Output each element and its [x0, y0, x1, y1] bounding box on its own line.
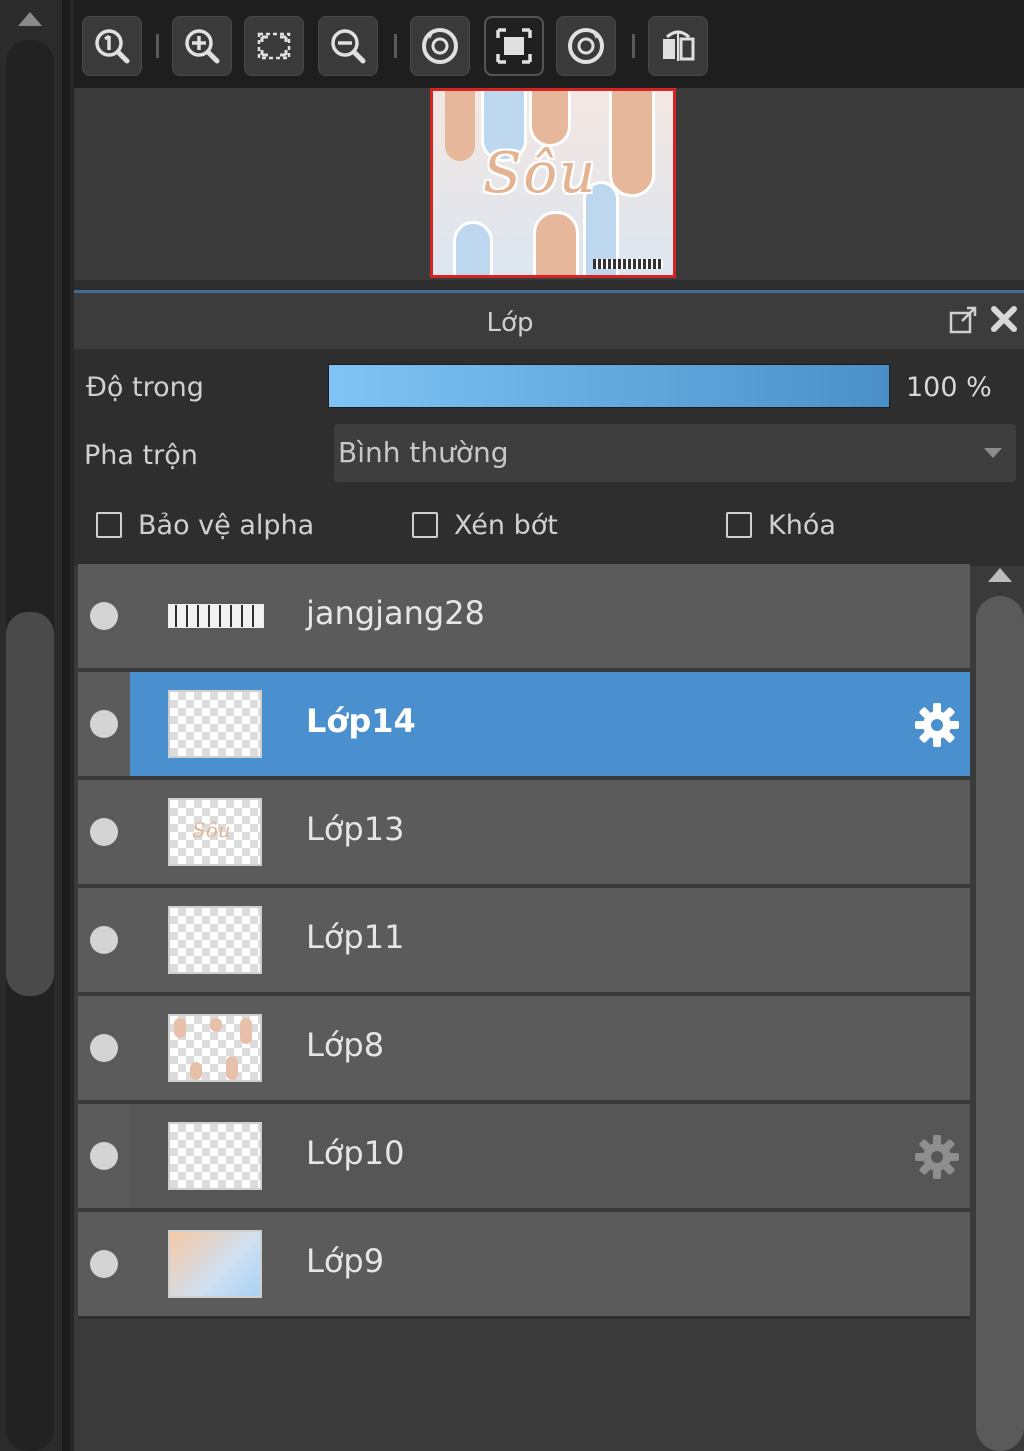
layer-thumbnail: [168, 1014, 262, 1082]
flip-horizontal-button[interactable]: [648, 16, 708, 76]
clipping-checkbox[interactable]: [412, 512, 438, 538]
visibility-toggle[interactable]: [90, 1250, 118, 1278]
visibility-toggle[interactable]: [90, 1034, 118, 1062]
gear-icon[interactable]: [912, 700, 962, 750]
layer-panel-header: Lớp: [74, 293, 1024, 349]
layer-name: Lớp10: [306, 1134, 405, 1172]
preview-watermark: [593, 259, 663, 269]
layer-row[interactable]: jangjang28: [78, 564, 970, 668]
layer-name: Lớp9: [306, 1242, 385, 1280]
scroll-up-arrow-icon[interactable]: [988, 568, 1012, 582]
layer-thumbnail: Sôu: [168, 798, 262, 866]
blend-mode-label: Pha trộn: [84, 440, 198, 471]
visibility-toggle[interactable]: [90, 926, 118, 954]
layer-name: jangjang28: [306, 594, 485, 632]
layer-thumbnail: [168, 1122, 262, 1190]
flip-icon: [663, 30, 695, 61]
visibility-toggle[interactable]: [90, 1142, 118, 1170]
visibility-toggle[interactable]: [90, 602, 118, 630]
preview-shape: [453, 221, 493, 275]
preview-shape: [445, 91, 475, 161]
layer-thumbnail: [168, 1230, 262, 1298]
thumbnail-art: [174, 1018, 186, 1038]
scroll-up-arrow-icon[interactable]: [18, 12, 42, 26]
preview-title-text: Sôu: [483, 141, 598, 206]
layer-list-scroll-thumb[interactable]: [976, 596, 1024, 1451]
panel-title: Lớp: [486, 308, 534, 338]
preview-shape: [609, 91, 655, 197]
preview-shape: [533, 211, 579, 275]
layer-row[interactable]: Sôu Lớp13: [78, 780, 970, 884]
layer-name: Lớp8: [306, 1026, 385, 1064]
rotate-right-icon: [568, 28, 604, 64]
chevron-down-icon: [984, 448, 1002, 458]
blend-mode-value: Bình thường: [338, 436, 509, 469]
navigator-toolbar: [74, 0, 1024, 90]
rotate-left-icon: [422, 28, 458, 64]
opacity-slider-fill: [329, 365, 889, 407]
canvas-preview-thumbnail[interactable]: Sôu: [430, 88, 676, 278]
thumbnail-art: [226, 1056, 238, 1080]
fit-screen-icon: [257, 32, 291, 60]
layer-row-selected[interactable]: Lớp14: [78, 672, 970, 776]
visibility-toggle[interactable]: [90, 710, 118, 738]
zoom-out-button[interactable]: [318, 16, 378, 76]
rotate-left-button[interactable]: [410, 16, 470, 76]
opacity-slider[interactable]: [328, 364, 890, 408]
toolbar-separator: [394, 34, 397, 58]
layer-row[interactable]: Lớp8: [78, 996, 970, 1100]
layer-name: Lớp14: [306, 702, 416, 740]
protect-alpha-label: Bảo vệ alpha: [138, 510, 315, 541]
protect-alpha-checkbox[interactable]: [96, 512, 122, 538]
thumbnail-art: [240, 1018, 252, 1044]
list-end-divider: [78, 1316, 970, 1319]
preview-shape: [529, 91, 571, 147]
gear-icon[interactable]: [912, 1132, 962, 1182]
opacity-label: Độ trong: [86, 372, 204, 403]
layer-name: Lớp13: [306, 810, 405, 848]
close-icon[interactable]: [988, 303, 1020, 335]
fit-frame-icon: [496, 28, 532, 64]
clipping-label: Xén bớt: [454, 510, 558, 541]
layer-row[interactable]: Lớp11: [78, 888, 970, 992]
thumbnail-art: [190, 1062, 202, 1080]
layer-row[interactable]: Lớp9: [78, 1212, 970, 1316]
layer-thumbnail: [168, 906, 262, 974]
lock-checkbox[interactable]: [726, 512, 752, 538]
zoom-actual-icon: [95, 29, 130, 64]
popout-icon[interactable]: [948, 305, 978, 335]
layer-thumbnail: [168, 690, 262, 758]
layer-row[interactable]: Lớp10: [78, 1104, 970, 1208]
thumbnail-art: [210, 1018, 222, 1032]
zoom-actual-size-button[interactable]: [82, 16, 142, 76]
zoom-out-icon: [331, 29, 366, 64]
opacity-value: 100 %: [906, 372, 992, 403]
zoom-in-button[interactable]: [172, 16, 232, 76]
lock-label: Khóa: [768, 510, 836, 541]
zoom-in-icon: [185, 29, 220, 64]
toolbar-separator: [156, 34, 159, 58]
blend-mode-select[interactable]: Bình thường: [334, 424, 1016, 482]
fit-screen-button[interactable]: [244, 16, 304, 76]
visibility-toggle[interactable]: [90, 818, 118, 846]
left-scroll-thumb[interactable]: [6, 612, 54, 996]
navigator-footer: [74, 280, 1024, 290]
rotate-right-button[interactable]: [556, 16, 616, 76]
toolbar-separator: [632, 34, 635, 58]
fit-frame-button[interactable]: [484, 16, 544, 76]
layer-thumbnail: [168, 604, 264, 628]
left-panel-scrollbar: [0, 0, 63, 1451]
layer-name: Lớp11: [306, 918, 405, 956]
thumbnail-art: Sôu: [192, 818, 231, 842]
